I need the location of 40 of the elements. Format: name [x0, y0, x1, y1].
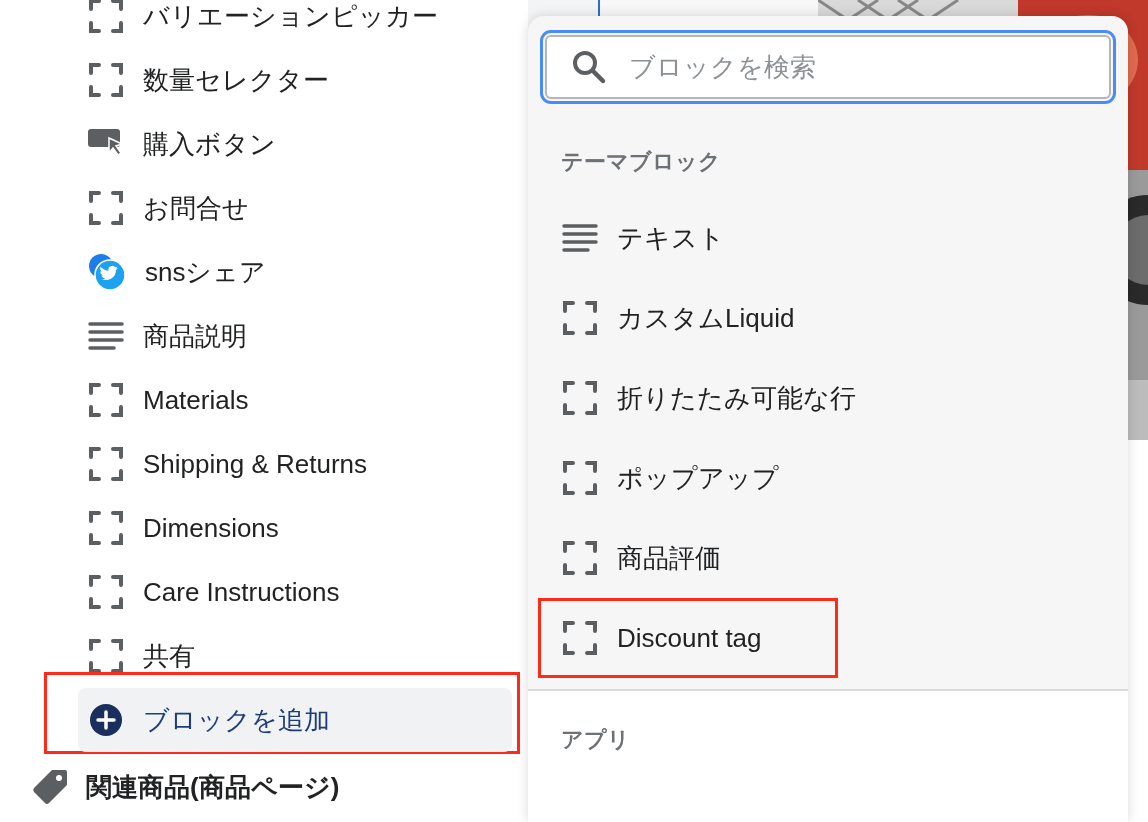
- block-row[interactable]: Dimensions: [0, 496, 528, 560]
- section-heading: テーマブロック: [560, 148, 722, 176]
- text-lines-icon: [562, 223, 598, 253]
- search-icon: [571, 49, 607, 85]
- text-lines-icon: [88, 321, 124, 351]
- block-option[interactable]: 商品評価: [528, 518, 1128, 598]
- block-row[interactable]: 共有: [0, 624, 528, 688]
- add-block-button[interactable]: ブロックを追加: [78, 688, 512, 752]
- block-icon: [562, 300, 598, 336]
- block-option[interactable]: テキスト: [528, 198, 1128, 278]
- block-row[interactable]: 商品説明: [0, 304, 528, 368]
- block-row[interactable]: Care Instructions: [0, 560, 528, 624]
- block-icon: [88, 0, 124, 34]
- block-row[interactable]: お問合せ: [0, 176, 528, 240]
- section-heading: アプリ: [560, 726, 631, 754]
- block-icon: [88, 382, 124, 418]
- block-option[interactable]: Discount tag: [538, 598, 838, 678]
- block-icon: [88, 62, 124, 98]
- block-option[interactable]: ポップアップ: [528, 438, 1128, 518]
- bird-icon: [88, 253, 126, 291]
- block-row[interactable]: 数量セレクター: [0, 48, 528, 112]
- block-option[interactable]: カスタムLiquid: [528, 278, 1128, 358]
- block-icon: [562, 460, 598, 496]
- block-icon: [562, 540, 598, 576]
- tag-icon: [32, 769, 68, 805]
- block-row[interactable]: snsシェア: [0, 240, 528, 304]
- plus-circle-icon: [89, 703, 123, 737]
- block-icon: [88, 190, 124, 226]
- block-icon: [88, 638, 124, 674]
- block-row[interactable]: Shipping & Returns: [0, 432, 528, 496]
- block-icon: [562, 380, 598, 416]
- block-icon: [88, 510, 124, 546]
- block-icon: [88, 446, 124, 482]
- block-row[interactable]: バリエーションピッカー: [0, 0, 528, 48]
- section-row[interactable]: 関連商品(商品ページ): [0, 754, 528, 820]
- block-row[interactable]: 購入ボタン: [0, 112, 528, 176]
- block-icon: [88, 574, 124, 610]
- block-option[interactable]: 折りたたみ可能な行: [528, 358, 1128, 438]
- block-icon: [562, 620, 598, 656]
- block-row[interactable]: Materials: [0, 368, 528, 432]
